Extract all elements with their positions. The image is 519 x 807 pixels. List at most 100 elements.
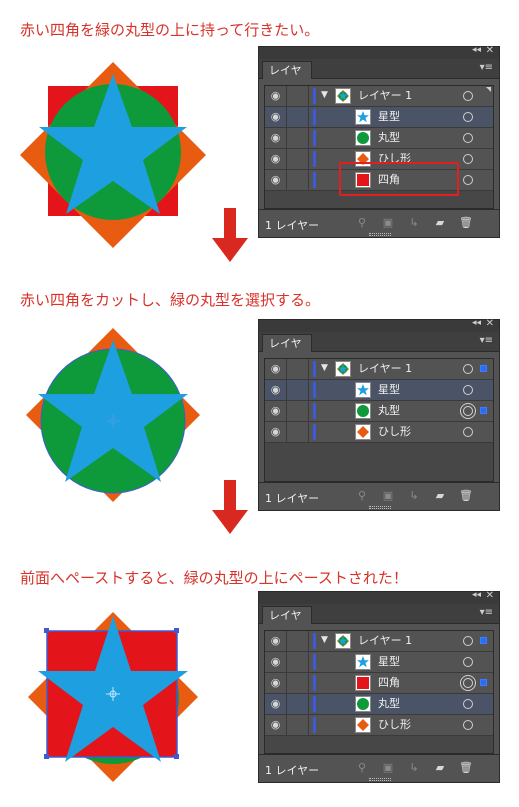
panel-menu-icon[interactable]: ▾≡ — [480, 335, 493, 346]
sublayer-icon[interactable]: ↳ — [407, 761, 421, 775]
expand-triangle-icon[interactable]: ▼ — [321, 363, 328, 373]
search-icon[interactable]: ⚲ — [355, 489, 369, 503]
layer-color-bar — [313, 633, 316, 649]
lock-toggle[interactable] — [287, 380, 309, 400]
layer-row[interactable]: ◉ ▼ レイヤー 1 — [265, 86, 493, 107]
eye-icon[interactable]: ◉ — [265, 107, 287, 127]
sublayer-icon[interactable]: ↳ — [407, 489, 421, 503]
eye-icon[interactable]: ◉ — [265, 631, 287, 651]
layer-thumb-thumbnail — [335, 633, 351, 649]
lock-toggle[interactable] — [287, 86, 309, 106]
trash-icon[interactable]: 🗑 — [459, 216, 473, 230]
lock-toggle[interactable] — [287, 422, 309, 442]
new-layer-icon[interactable]: ▰ — [433, 216, 447, 230]
target-circle-icon[interactable] — [463, 133, 473, 143]
sublayer-row[interactable]: ◉ ひし形 — [265, 715, 493, 736]
layer-row[interactable]: ◉ ▼ レイヤー 1 — [265, 359, 493, 380]
expand-triangle-icon[interactable]: ▼ — [321, 635, 328, 645]
lock-toggle[interactable] — [287, 401, 309, 421]
sublayer-row[interactable]: ◉ ひし形 — [265, 422, 493, 443]
sublayer-row[interactable]: ◉ 星型 — [265, 652, 493, 673]
eye-icon[interactable]: ◉ — [265, 128, 287, 148]
target-circle-icon[interactable] — [463, 91, 473, 101]
sublayer-row[interactable]: ◉ 丸型 — [265, 401, 493, 422]
lock-toggle[interactable] — [287, 107, 309, 127]
resize-grip[interactable] — [369, 506, 391, 509]
target-circle-icon[interactable] — [463, 699, 473, 709]
eye-icon[interactable]: ◉ — [265, 694, 287, 714]
resize-grip[interactable] — [369, 233, 391, 236]
target-circle-icon[interactable] — [463, 657, 473, 667]
eye-icon[interactable]: ◉ — [265, 380, 287, 400]
tab-layers[interactable]: レイヤー — [262, 334, 312, 367]
eye-icon[interactable]: ◉ — [265, 652, 287, 672]
double-chevron-left-icon[interactable]: ◂◂ — [472, 590, 481, 600]
target-circle-icon[interactable] — [463, 385, 473, 395]
eye-icon[interactable]: ◉ — [265, 715, 287, 735]
sublayer-row[interactable]: ◉ 丸型 — [265, 694, 493, 715]
search-icon[interactable]: ⚲ — [355, 216, 369, 230]
selection-indicator[interactable] — [480, 407, 487, 414]
sublayer-row[interactable]: ◉ ひし形 — [265, 149, 493, 170]
trash-icon[interactable]: 🗑 — [459, 489, 473, 503]
layers-panel: ◂◂ ✕ レイヤー ▾≡ ◉ ▼ レイヤー 1 ◉ 星型 ◉ 丸型 ◉ ひし形 1 レイヤー ⚲ ▣ ↳ ▰ 🗑 — [258, 318, 500, 511]
lock-toggle[interactable] — [287, 715, 309, 735]
target-circle-icon[interactable] — [463, 406, 473, 416]
eye-icon[interactable]: ◉ — [265, 673, 287, 693]
sublayer-row[interactable]: ◉ 四角 — [265, 170, 493, 191]
layer-name: ひし形 — [378, 152, 411, 165]
target-circle-icon[interactable] — [463, 427, 473, 437]
target-circle-icon[interactable] — [463, 720, 473, 730]
panel-menu-icon[interactable]: ▾≡ — [480, 607, 493, 618]
diamond-thumbnail — [355, 424, 371, 440]
selection-indicator[interactable] — [480, 365, 487, 372]
eye-icon[interactable]: ◉ — [265, 422, 287, 442]
sublayer-row[interactable]: ◉ 星型 — [265, 380, 493, 401]
sublayer-icon[interactable]: ↳ — [407, 216, 421, 230]
sublayer-row[interactable]: ◉ 星型 — [265, 107, 493, 128]
lock-toggle[interactable] — [287, 359, 309, 379]
close-icon[interactable]: ✕ — [486, 318, 494, 329]
trash-icon[interactable]: 🗑 — [459, 761, 473, 775]
eye-icon[interactable]: ◉ — [265, 170, 287, 190]
target-circle-icon[interactable] — [463, 364, 473, 374]
new-layer-icon[interactable]: ▰ — [433, 489, 447, 503]
tab-layers[interactable]: レイヤー — [262, 606, 312, 639]
layer-name: 四角 — [378, 676, 400, 689]
clipping-mask-icon[interactable]: ▣ — [381, 489, 395, 503]
target-circle-icon[interactable] — [463, 636, 473, 646]
selection-indicator[interactable] — [480, 637, 487, 644]
search-icon[interactable]: ⚲ — [355, 761, 369, 775]
target-circle-icon[interactable] — [463, 175, 473, 185]
lock-toggle[interactable] — [287, 673, 309, 693]
eye-icon[interactable]: ◉ — [265, 86, 287, 106]
lock-toggle[interactable] — [287, 128, 309, 148]
resize-grip[interactable] — [369, 778, 391, 781]
double-chevron-left-icon[interactable]: ◂◂ — [472, 45, 481, 55]
new-layer-icon[interactable]: ▰ — [433, 761, 447, 775]
lock-toggle[interactable] — [287, 170, 309, 190]
sublayer-row[interactable]: ◉ 丸型 — [265, 128, 493, 149]
tab-layers[interactable]: レイヤー — [262, 61, 312, 94]
selection-indicator[interactable] — [480, 679, 487, 686]
eye-icon[interactable]: ◉ — [265, 401, 287, 421]
layer-row[interactable]: ◉ ▼ レイヤー 1 — [265, 631, 493, 652]
panel-menu-icon[interactable]: ▾≡ — [480, 62, 493, 73]
double-chevron-left-icon[interactable]: ◂◂ — [472, 318, 481, 328]
layer-name: 丸型 — [378, 131, 400, 144]
clipping-mask-icon[interactable]: ▣ — [381, 761, 395, 775]
expand-triangle-icon[interactable]: ▼ — [321, 90, 328, 100]
target-circle-icon[interactable] — [463, 112, 473, 122]
close-icon[interactable]: ✕ — [486, 45, 494, 56]
sublayer-row[interactable]: ◉ 四角 — [265, 673, 493, 694]
clipping-mask-icon[interactable]: ▣ — [381, 216, 395, 230]
lock-toggle[interactable] — [287, 149, 309, 169]
target-circle-icon[interactable] — [463, 154, 473, 164]
target-circle-icon[interactable] — [463, 678, 473, 688]
lock-toggle[interactable] — [287, 694, 309, 714]
lock-toggle[interactable] — [287, 631, 309, 651]
close-icon[interactable]: ✕ — [486, 590, 494, 601]
lock-toggle[interactable] — [287, 652, 309, 672]
eye-icon[interactable]: ◉ — [265, 149, 287, 169]
eye-icon[interactable]: ◉ — [265, 359, 287, 379]
